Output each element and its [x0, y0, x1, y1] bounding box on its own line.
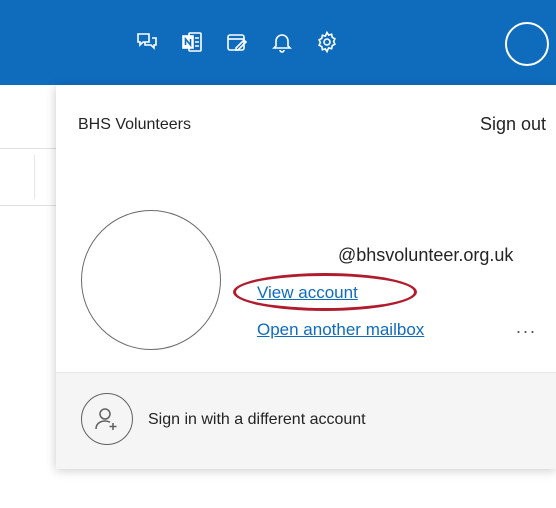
- org-name: BHS Volunteers: [78, 116, 191, 133]
- top-bar: [0, 0, 556, 85]
- bell-icon[interactable]: [268, 28, 296, 56]
- my-day-icon[interactable]: [223, 28, 251, 56]
- teams-chat-icon[interactable]: [133, 28, 161, 56]
- sign-out-button[interactable]: Sign out: [480, 114, 546, 135]
- more-options-button[interactable]: ...: [516, 317, 537, 338]
- profile-avatar-button[interactable]: [505, 22, 549, 66]
- account-avatar: [81, 210, 221, 350]
- different-account-row[interactable]: Sign in with a different account: [56, 372, 556, 469]
- open-another-mailbox-link[interactable]: Open another mailbox: [257, 320, 424, 340]
- onenote-icon[interactable]: [178, 28, 206, 56]
- add-person-icon: [81, 393, 133, 445]
- account-manager-panel: BHS Volunteers Sign out @bhsvolunteer.or…: [56, 85, 556, 469]
- gear-icon[interactable]: [313, 28, 341, 56]
- account-email: @bhsvolunteer.org.uk: [338, 245, 514, 265]
- divider: [34, 155, 35, 199]
- sign-in-different-account-label: Sign in with a different account: [148, 411, 366, 428]
- background-toolbar-fragment: [0, 148, 56, 206]
- view-account-link[interactable]: View account: [257, 283, 358, 303]
